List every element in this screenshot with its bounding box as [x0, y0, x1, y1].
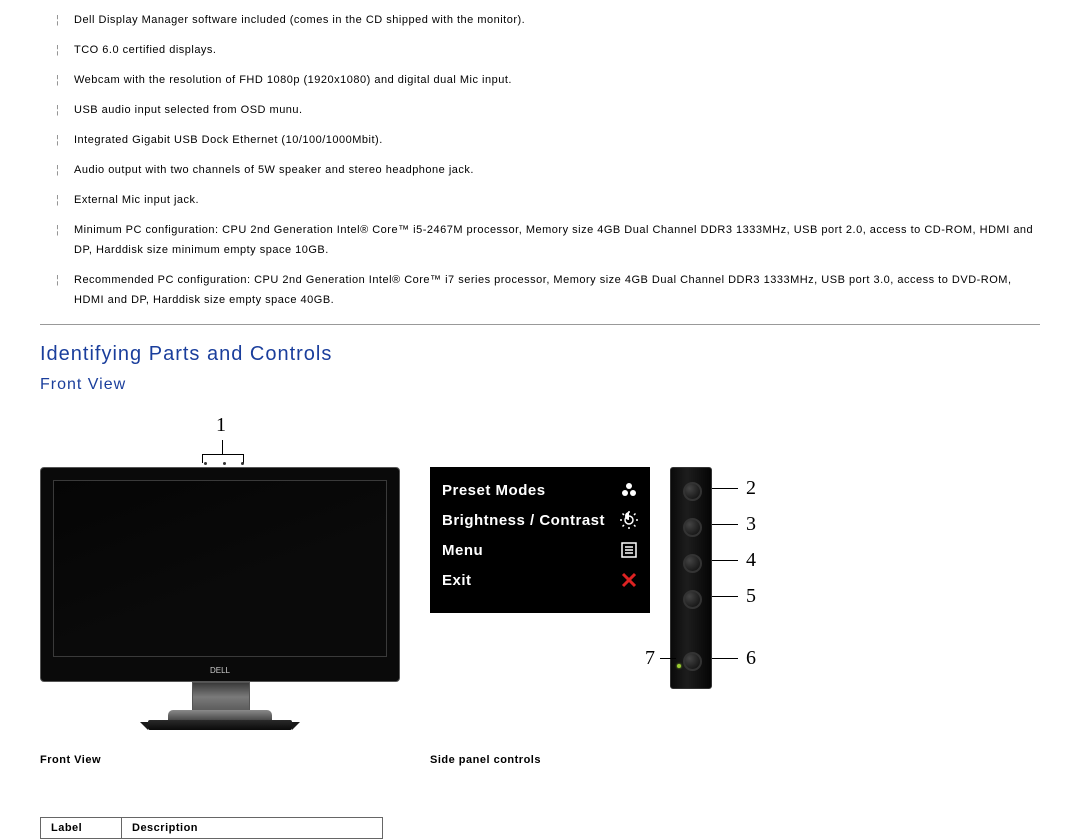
- monitor-neck: [192, 682, 250, 712]
- table-header-description: Description: [122, 818, 383, 839]
- feature-item: USB audio input selected from OSD munu.: [56, 100, 1040, 120]
- front-view-caption: Front View: [40, 754, 101, 766]
- callout-line: [712, 596, 738, 597]
- menu-icon: [620, 541, 638, 559]
- osd-label: Exit: [442, 572, 472, 589]
- monitor-hinge: [168, 710, 272, 720]
- subsection-heading: Front View: [40, 376, 1040, 394]
- bezel-button[interactable]: [683, 554, 702, 573]
- osd-preset-row: Preset Modes: [430, 475, 650, 505]
- brightness-icon: [620, 511, 638, 529]
- bezel-button[interactable]: [683, 518, 702, 537]
- callout-5: 5: [746, 585, 757, 608]
- callout-line: [222, 440, 223, 454]
- feature-item: Integrated Gigabit USB Dock Ethernet (10…: [56, 130, 1040, 150]
- bezel-button[interactable]: [683, 590, 702, 609]
- label-description-table: Label Description: [40, 817, 383, 839]
- side-bezel: [670, 467, 712, 689]
- monitor-screen: [53, 480, 387, 657]
- callout-7: 7: [645, 647, 656, 670]
- power-button[interactable]: [683, 652, 702, 671]
- dell-logo: DELL: [210, 666, 230, 675]
- preset-icon: [620, 481, 638, 499]
- bezel-button[interactable]: [683, 482, 702, 501]
- feature-item: Dell Display Manager software included (…: [56, 10, 1040, 30]
- feature-item: Audio output with two channels of 5W spe…: [56, 160, 1040, 180]
- callout-1: 1: [216, 414, 227, 437]
- callout-line: [660, 658, 676, 659]
- feature-item: External Mic input jack.: [56, 190, 1040, 210]
- callout-line: [712, 488, 738, 489]
- feature-item: Recommended PC configuration: CPU 2nd Ge…: [56, 270, 1040, 310]
- feature-item: TCO 6.0 certified displays.: [56, 40, 1040, 60]
- divider: [40, 324, 1040, 325]
- power-led: [677, 664, 681, 668]
- front-view-diagram: 1 DELL Front View: [40, 414, 400, 774]
- diagram-area: 1 DELL Front View Preset Modes Brightnes…: [40, 414, 1040, 787]
- table-header-label: Label: [41, 818, 122, 839]
- osd-label: Brightness / Contrast: [442, 512, 605, 529]
- osd-label: Menu: [442, 542, 483, 559]
- callout-3: 3: [746, 513, 757, 536]
- mic-dots: [204, 462, 244, 465]
- callout-6: 6: [746, 647, 757, 670]
- monitor-body: DELL: [40, 467, 400, 682]
- side-panel-caption: Side panel controls: [430, 754, 541, 766]
- callout-2: 2: [746, 477, 757, 500]
- callout-line: [712, 658, 738, 659]
- feature-item: Webcam with the resolution of FHD 1080p …: [56, 70, 1040, 90]
- feature-item: Minimum PC configuration: CPU 2nd Genera…: [56, 220, 1040, 260]
- feature-list: Dell Display Manager software included (…: [40, 10, 1040, 310]
- callout-4: 4: [746, 549, 757, 572]
- monitor-base: [148, 720, 292, 730]
- section-heading: Identifying Parts and Controls: [40, 343, 1040, 366]
- callout-line: [712, 524, 738, 525]
- osd-exit-row: Exit: [430, 565, 650, 595]
- exit-icon: [620, 571, 638, 589]
- osd-menu-row: Menu: [430, 535, 650, 565]
- osd-brightness-row: Brightness / Contrast: [430, 505, 650, 535]
- callout-line: [712, 560, 738, 561]
- osd-menu: Preset Modes Brightness / Contrast Menu …: [430, 467, 650, 613]
- osd-label: Preset Modes: [442, 482, 546, 499]
- side-panel-diagram: Preset Modes Brightness / Contrast Menu …: [430, 467, 830, 787]
